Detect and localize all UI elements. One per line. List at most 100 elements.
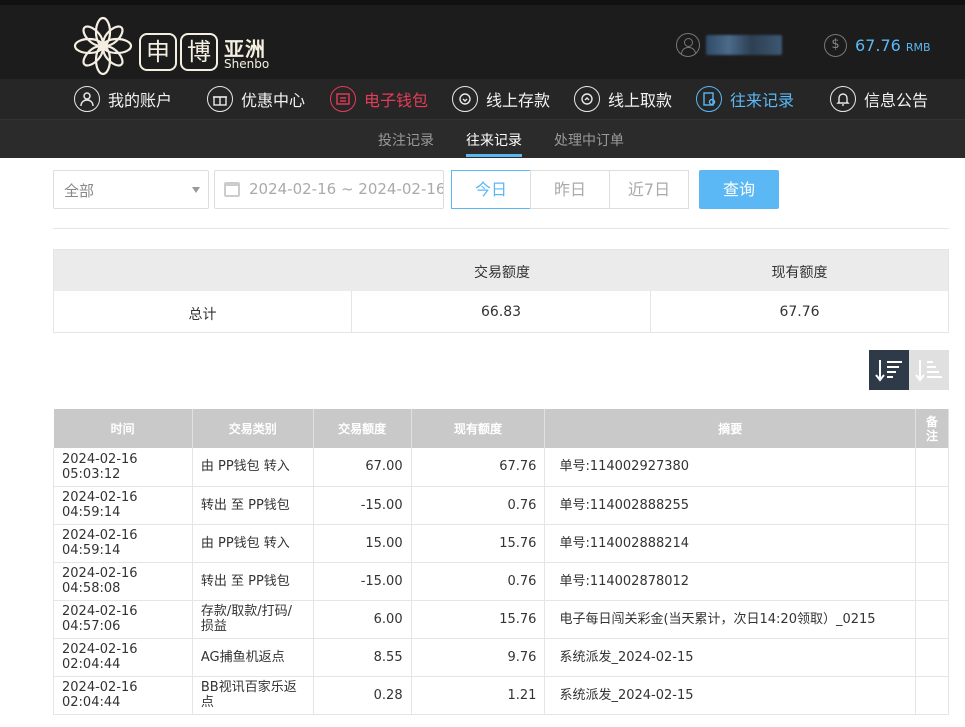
nav-item-announcements[interactable]: 信息公告: [830, 85, 928, 113]
col-summary: 摘要: [544, 409, 916, 448]
site-logo[interactable]: 申 博 亚洲 Shenbo: [72, 15, 272, 77]
summary-current-total: 67.76: [779, 304, 820, 320]
table-row: 2024-02-16 02:04:44 BB视讯百家乐返点 0.28 1.21 …: [53, 676, 950, 715]
summary-col-current-amount: 现有额度: [771, 265, 828, 281]
nav-label: 优惠中心: [241, 91, 306, 110]
flower-logo-icon: [73, 16, 133, 76]
cell-time: 2024-02-16 02:04:44: [53, 638, 193, 677]
tab-bet-records[interactable]: 投注记录: [378, 130, 434, 150]
cell-summary: 单号:114002927380: [544, 448, 916, 487]
nav-label: 线上取款: [608, 91, 673, 110]
table-row: 2024-02-16 02:04:44 AG捕鱼机返点 8.55 9.76 系统…: [53, 638, 950, 677]
cell-type: 转出 至 PP钱包: [192, 562, 314, 601]
user-icon: [676, 33, 700, 57]
sort-ascending-icon: [915, 360, 942, 382]
cell-note: [915, 448, 950, 487]
date-range-value: 2024-02-16 ~ 2024-02-16: [249, 180, 444, 198]
cell-note: [915, 676, 950, 715]
nav-item-online-withdraw[interactable]: 线上取款: [574, 85, 672, 113]
cell-summary: 电子每日闯关彩金(当天累计，次日14:20领取）_0215: [544, 600, 916, 639]
table-row: 2024-02-16 04:59:14 转出 至 PP钱包 -15.00 0.7…: [53, 486, 950, 525]
cell-amount: 0.28: [313, 676, 412, 715]
nav-item-online-deposit[interactable]: 线上存款: [452, 85, 550, 113]
select-value: 全部: [64, 182, 95, 200]
cell-type: 由 PP钱包 转入: [192, 524, 314, 563]
sort-ascending-button[interactable]: [909, 350, 949, 390]
cell-amount: -15.00: [313, 562, 412, 601]
nav-item-e-wallet[interactable]: 电子钱包: [330, 85, 428, 113]
date-range-input[interactable]: 2024-02-16 ~ 2024-02-16: [214, 170, 444, 209]
last-7-days-button[interactable]: 近7日: [609, 170, 689, 209]
sub-nav: 投注记录 往来记录 处理中订单: [0, 120, 965, 158]
nav-item-transaction-records[interactable]: 往来记录: [696, 85, 794, 113]
query-button[interactable]: 查询: [699, 170, 779, 209]
cell-balance: 67.76: [411, 448, 546, 487]
sort-descending-icon: [875, 360, 902, 382]
withdraw-icon: [574, 86, 600, 112]
nav-label: 电子钱包: [364, 91, 429, 110]
cell-type: 由 PP钱包 转入: [192, 448, 314, 487]
transaction-records-table: 时间 交易类别 交易额度 现有额度 摘要 备注 2024-02-16 05:03…: [53, 409, 950, 715]
cell-amount: 8.55: [313, 638, 412, 677]
summary-col-trans-amount: 交易额度: [474, 265, 530, 281]
nav-label: 信息公告: [864, 91, 929, 110]
dollar-icon: $: [824, 34, 847, 57]
col-type: 交易类别: [192, 409, 314, 448]
wallet-balance: $ 67.76 RMB: [824, 34, 931, 57]
nav-item-promotions[interactable]: 优惠中心: [207, 85, 305, 113]
masked-username: [706, 35, 782, 55]
cell-amount: 67.00: [313, 448, 412, 487]
col-amount: 交易额度: [313, 409, 412, 448]
cell-type: 存款/取款/打码/损益: [192, 600, 314, 639]
cell-amount: 15.00: [313, 524, 412, 563]
cell-time: 2024-02-16 04:58:08: [53, 562, 193, 601]
cell-summary: 系统派发_2024-02-15: [544, 676, 916, 715]
sort-descending-button[interactable]: [869, 350, 909, 390]
transaction-type-select[interactable]: 全部: [53, 170, 209, 209]
divider: [53, 228, 949, 229]
cell-type: BB视讯百家乐返点: [192, 676, 314, 715]
cell-summary: 系统派发_2024-02-15: [544, 638, 916, 677]
col-time: 时间: [53, 409, 193, 448]
cell-time: 2024-02-16 05:03:12: [53, 448, 193, 487]
user-icon: [74, 86, 100, 112]
cell-note: [915, 562, 950, 601]
cell-note: [915, 600, 950, 639]
yesterday-button[interactable]: 昨日: [530, 170, 610, 209]
cell-amount: 6.00: [313, 600, 412, 639]
cell-balance: 9.76: [411, 638, 546, 677]
user-account-area[interactable]: [676, 32, 782, 58]
cell-balance: 15.76: [411, 600, 546, 639]
cell-time: 2024-02-16 04:59:14: [53, 486, 193, 525]
deposit-icon: [452, 86, 478, 112]
today-button[interactable]: 今日: [451, 170, 531, 209]
tab-pending-orders[interactable]: 处理中订单: [554, 130, 624, 150]
table-row: 2024-02-16 04:58:08 转出 至 PP钱包 -15.00 0.7…: [53, 562, 950, 601]
gift-icon: [207, 86, 233, 112]
cell-time: 2024-02-16 04:57:06: [53, 600, 193, 639]
table-header-row: 时间 交易类别 交易额度 现有额度 摘要 备注: [53, 409, 950, 448]
cell-time: 2024-02-16 02:04:44: [53, 676, 193, 715]
top-header: 申 博 亚洲 Shenbo $ 67.76 RMB: [0, 0, 965, 79]
logo-char-shen: 申: [139, 33, 177, 71]
cell-balance: 0.76: [411, 562, 546, 601]
balance-value: 67.76: [855, 36, 901, 55]
cell-balance: 0.76: [411, 486, 546, 525]
calendar-icon: [224, 182, 240, 197]
summary-trans-total: 66.83: [480, 304, 522, 320]
cell-amount: -15.00: [313, 486, 412, 525]
table-row: 2024-02-16 04:57:06 存款/取款/打码/损益 6.00 15.…: [53, 600, 950, 639]
nav-item-my-account[interactable]: 我的账户: [74, 85, 172, 113]
tab-transaction-records[interactable]: 往来记录: [466, 130, 522, 150]
col-note: 备注: [915, 409, 950, 448]
logo-english-text: Shenbo: [224, 57, 270, 71]
main-nav: 我的账户 优惠中心 电子钱包 线上存款 线上取款 往来记录 信息公告: [0, 79, 965, 120]
nav-label: 线上存款: [486, 91, 551, 110]
cell-type: 转出 至 PP钱包: [192, 486, 314, 525]
chevron-down-icon: [192, 187, 200, 193]
active-tab-indicator: [466, 154, 522, 157]
summary-table: 交易额度 现有额度 总计 66.83 67.76: [53, 249, 949, 333]
logo-char-bo: 博: [180, 33, 218, 71]
table-row: 2024-02-16 04:59:14 由 PP钱包 转入 15.00 15.7…: [53, 524, 950, 563]
summary-total-label: 总计: [188, 307, 217, 323]
